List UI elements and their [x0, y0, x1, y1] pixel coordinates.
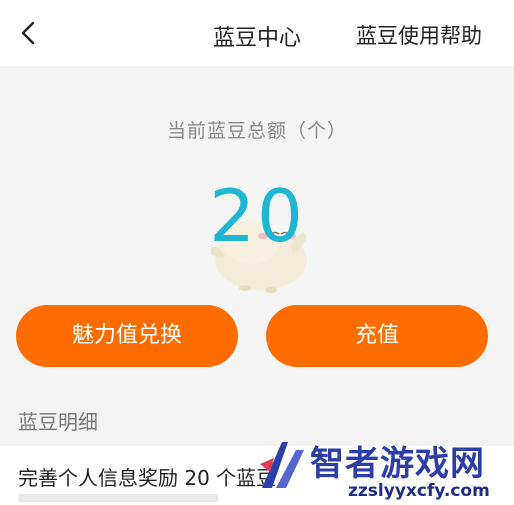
help-link[interactable]: 蓝豆使用帮助 — [356, 20, 482, 50]
charm-exchange-button[interactable]: 魅力值兑换 — [16, 305, 238, 367]
watermark: 智者游戏网 zzslyyxcfy.com — [252, 436, 514, 505]
watermark-logo-icon — [260, 442, 304, 488]
record-title: 完善个人信息奖励 20 个蓝豆 — [18, 466, 277, 490]
balance-card: 当前蓝豆总额（个） 20 魅力值兑换 充值 — [0, 66, 514, 394]
watermark-site-name: 智者游戏网 — [310, 444, 485, 484]
balance-value: 20 — [209, 174, 305, 258]
balance-label: 当前蓝豆总额（个） — [166, 120, 347, 142]
recharge-button[interactable]: 充值 — [266, 305, 488, 367]
watermark-url: zzslyyxcfy.com — [348, 481, 490, 501]
details-section-title: 蓝豆明细 — [18, 410, 98, 434]
record-subtitle-placeholder — [18, 494, 218, 502]
header-bar: 蓝豆中心 蓝豆使用帮助 — [0, 0, 514, 66]
